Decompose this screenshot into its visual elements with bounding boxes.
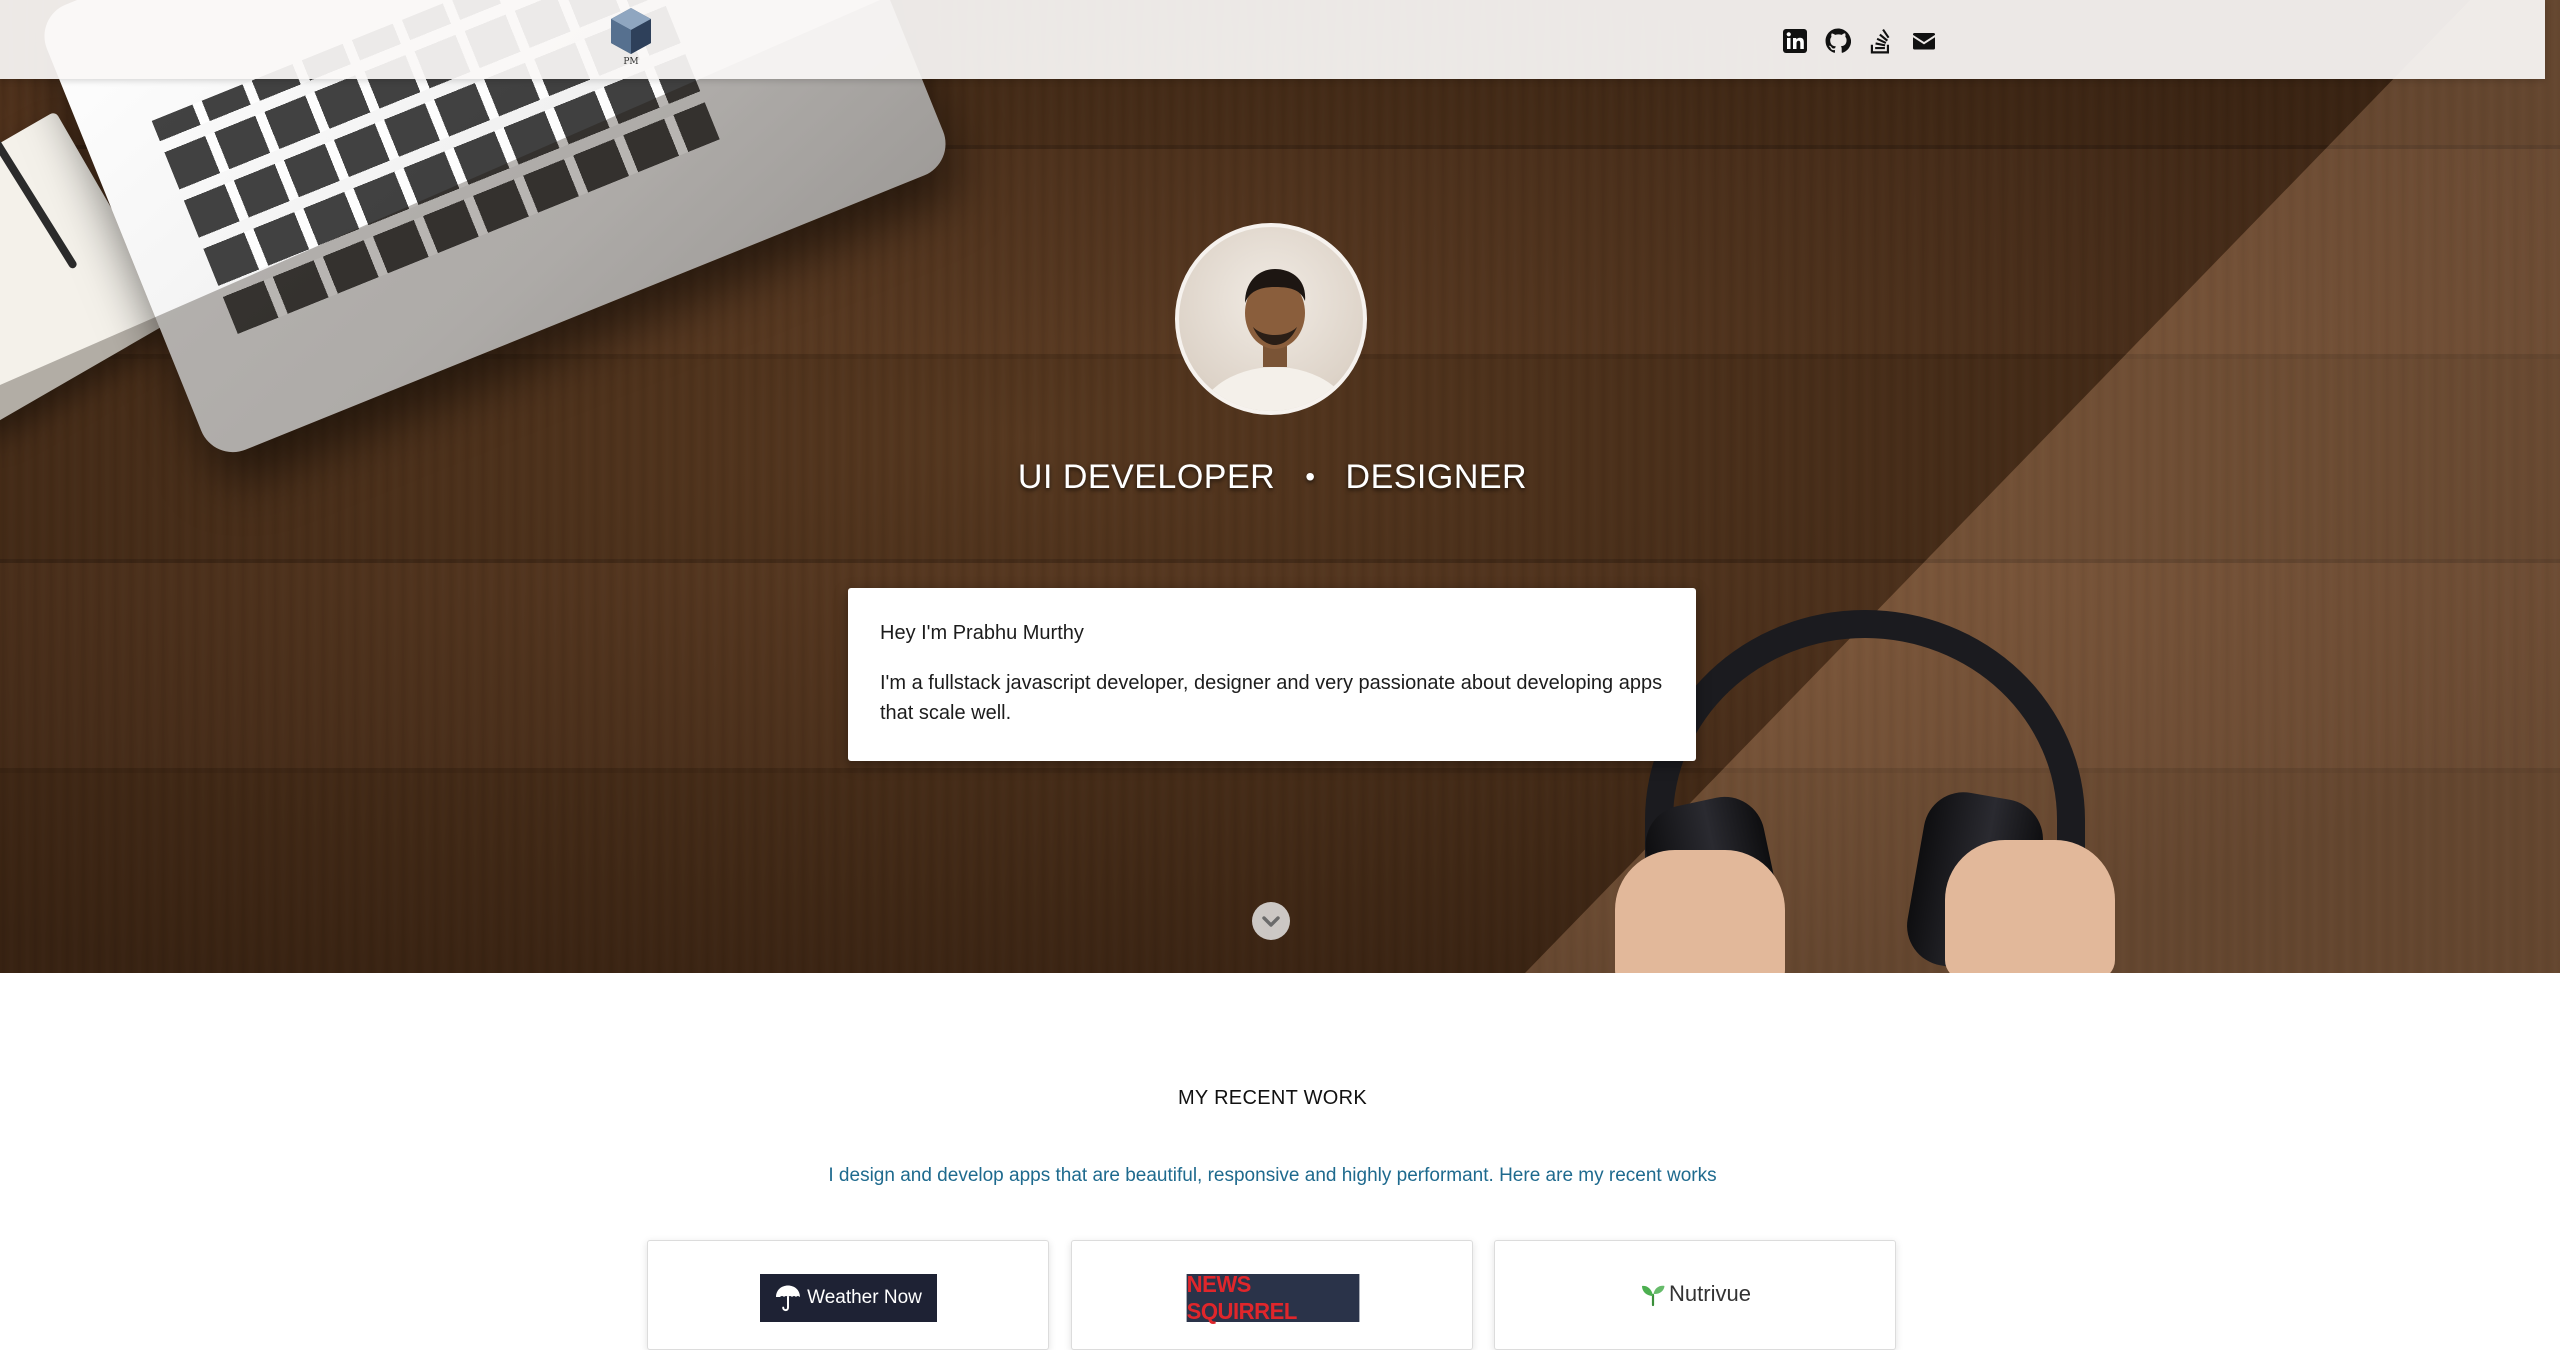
linkedin-link[interactable] — [1780, 26, 1810, 56]
logo-text: PM — [623, 57, 639, 67]
role-titles: UI DEVELOPER • DESIGNER — [0, 458, 2545, 497]
project-card-weather-now[interactable]: Weather Now — [647, 1240, 1049, 1350]
nutrivue-label: Nutrivue — [1669, 1281, 1751, 1306]
github-link[interactable] — [1823, 26, 1853, 56]
project-card-news-squirrel[interactable]: NEWS SQUIRREL — [1071, 1240, 1473, 1350]
scroll-down-button[interactable] — [1252, 902, 1290, 940]
intro-bio: I'm a fullstack javascript developer, de… — [880, 672, 1663, 724]
role-designer: DESIGNER — [1345, 458, 1528, 496]
avatar — [1175, 223, 1367, 415]
weather-now-logo: Weather Now — [760, 1274, 937, 1322]
news-squirrel-logo: NEWS SQUIRREL — [1186, 1271, 1360, 1324]
leaf-icon — [1642, 1285, 1665, 1307]
recent-work-subtitle: I design and develop apps that are beaut… — [828, 1165, 1717, 1186]
hand-left — [1615, 850, 1785, 973]
site-logo[interactable]: PM — [606, 6, 656, 70]
stackoverflow-icon — [1870, 28, 1890, 54]
project-card-nutrivue[interactable]: Nutrivue — [1494, 1240, 1896, 1350]
recent-work-title: MY RECENT WORK — [1177, 1087, 1368, 1109]
weather-now-label: Weather Now — [807, 1287, 922, 1308]
role-ui-developer: UI DEVELOPER — [1017, 458, 1276, 496]
intro-card: Hey I'm Prabhu Murthy I'm a fullstack ja… — [848, 588, 1696, 761]
profile-photo — [1197, 269, 1353, 411]
email-link[interactable] — [1909, 26, 1939, 56]
linkedin-icon — [1783, 29, 1807, 53]
envelope-icon — [1913, 33, 1935, 50]
role-separator: • — [1305, 461, 1316, 492]
stackoverflow-link[interactable] — [1866, 26, 1896, 56]
github-icon — [1825, 28, 1851, 53]
social-links — [1780, 26, 1939, 56]
navbar: PM — [0, 0, 2545, 79]
umbrella-icon — [776, 1285, 801, 1312]
intro-greeting: Hey I'm Prabhu Murthy — [880, 622, 1084, 644]
cube-logo-icon — [611, 8, 651, 54]
chevron-down-icon — [1262, 916, 1280, 927]
hand-right — [1945, 840, 2115, 973]
nutrivue-logo: Nutrivue — [1495, 1281, 1897, 1307]
